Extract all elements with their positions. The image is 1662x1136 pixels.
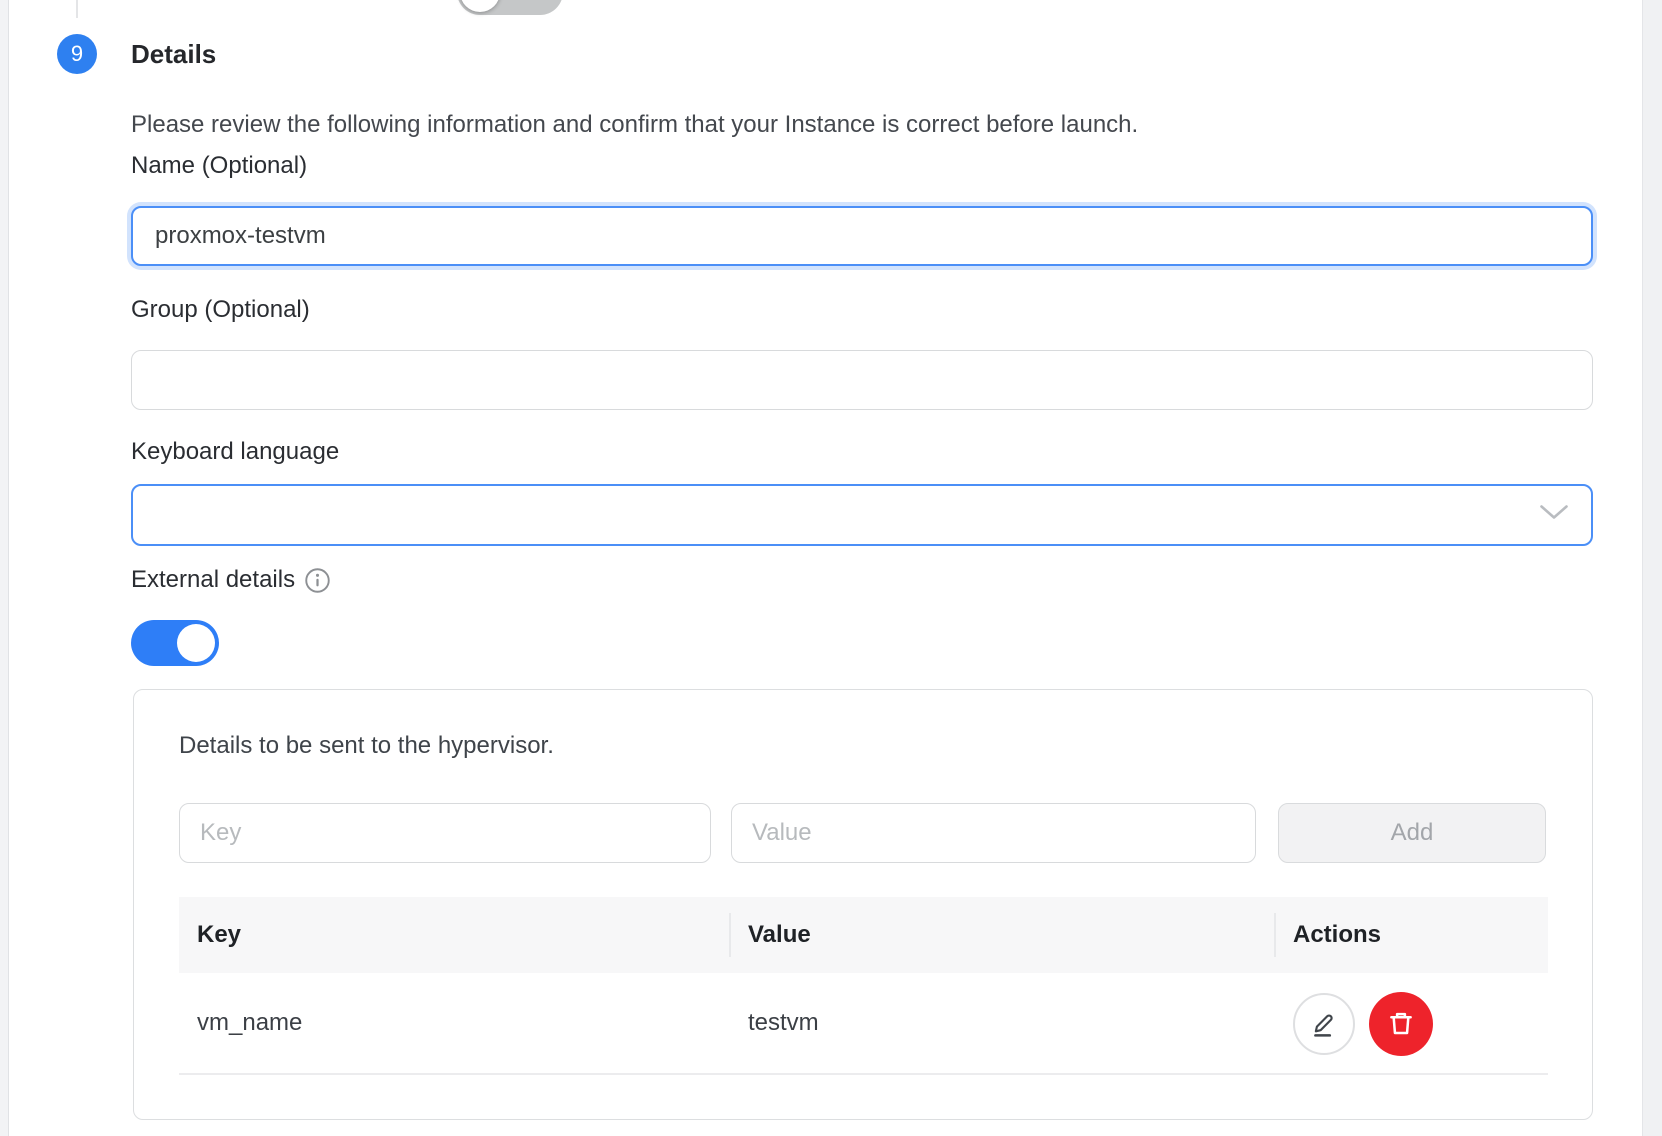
delete-button[interactable] <box>1369 992 1433 1056</box>
keyboard-language-select[interactable] <box>131 484 1593 546</box>
page-right-gutter <box>1642 0 1662 1136</box>
previous-step-toggle[interactable] <box>457 0 563 15</box>
group-input[interactable] <box>131 350 1593 410</box>
external-details-label: External details <box>131 566 295 594</box>
step-intro-text: Please review the following information … <box>131 110 1138 140</box>
header-value: Value <box>748 921 811 949</box>
value-input[interactable] <box>731 803 1256 863</box>
toggle-knob <box>460 0 500 12</box>
page-left-gutter <box>0 0 9 1136</box>
step-number-badge: 9 <box>57 34 97 74</box>
column-divider <box>1274 913 1276 957</box>
details-table: Key Value Actions vm_name testvm <box>179 897 1548 1075</box>
step-title: Details <box>131 39 216 70</box>
table-header-row: Key Value Actions <box>179 897 1548 973</box>
external-details-row: External details <box>131 566 331 594</box>
header-actions: Actions <box>1293 921 1381 949</box>
external-details-panel: Details to be sent to the hypervisor. Ad… <box>133 689 1593 1120</box>
external-details-toggle[interactable] <box>131 620 219 666</box>
keyboard-language-label: Keyboard language <box>131 438 339 466</box>
add-button[interactable]: Add <box>1278 803 1546 863</box>
name-label: Name (Optional) <box>131 152 307 180</box>
details-step-page: 9 Details Please review the following in… <box>0 0 1662 1136</box>
edit-button[interactable] <box>1293 993 1355 1055</box>
key-input[interactable] <box>179 803 711 863</box>
table-row: vm_name testvm <box>179 973 1548 1075</box>
header-key: Key <box>197 921 241 949</box>
group-label: Group (Optional) <box>131 296 310 324</box>
pencil-icon <box>1309 1009 1339 1039</box>
info-icon[interactable] <box>304 567 331 594</box>
step-number: 9 <box>71 41 83 67</box>
row-key-cell: vm_name <box>197 1009 302 1037</box>
hypervisor-description: Details to be sent to the hypervisor. <box>179 732 554 760</box>
step-connector-line <box>76 0 78 18</box>
row-actions-cell <box>1293 992 1433 1056</box>
row-value-cell: testvm <box>748 1009 819 1037</box>
toggle-knob <box>177 624 215 662</box>
chevron-down-icon <box>1539 504 1569 526</box>
name-input[interactable] <box>131 206 1593 266</box>
trash-icon <box>1385 1008 1417 1040</box>
column-divider <box>729 913 731 957</box>
